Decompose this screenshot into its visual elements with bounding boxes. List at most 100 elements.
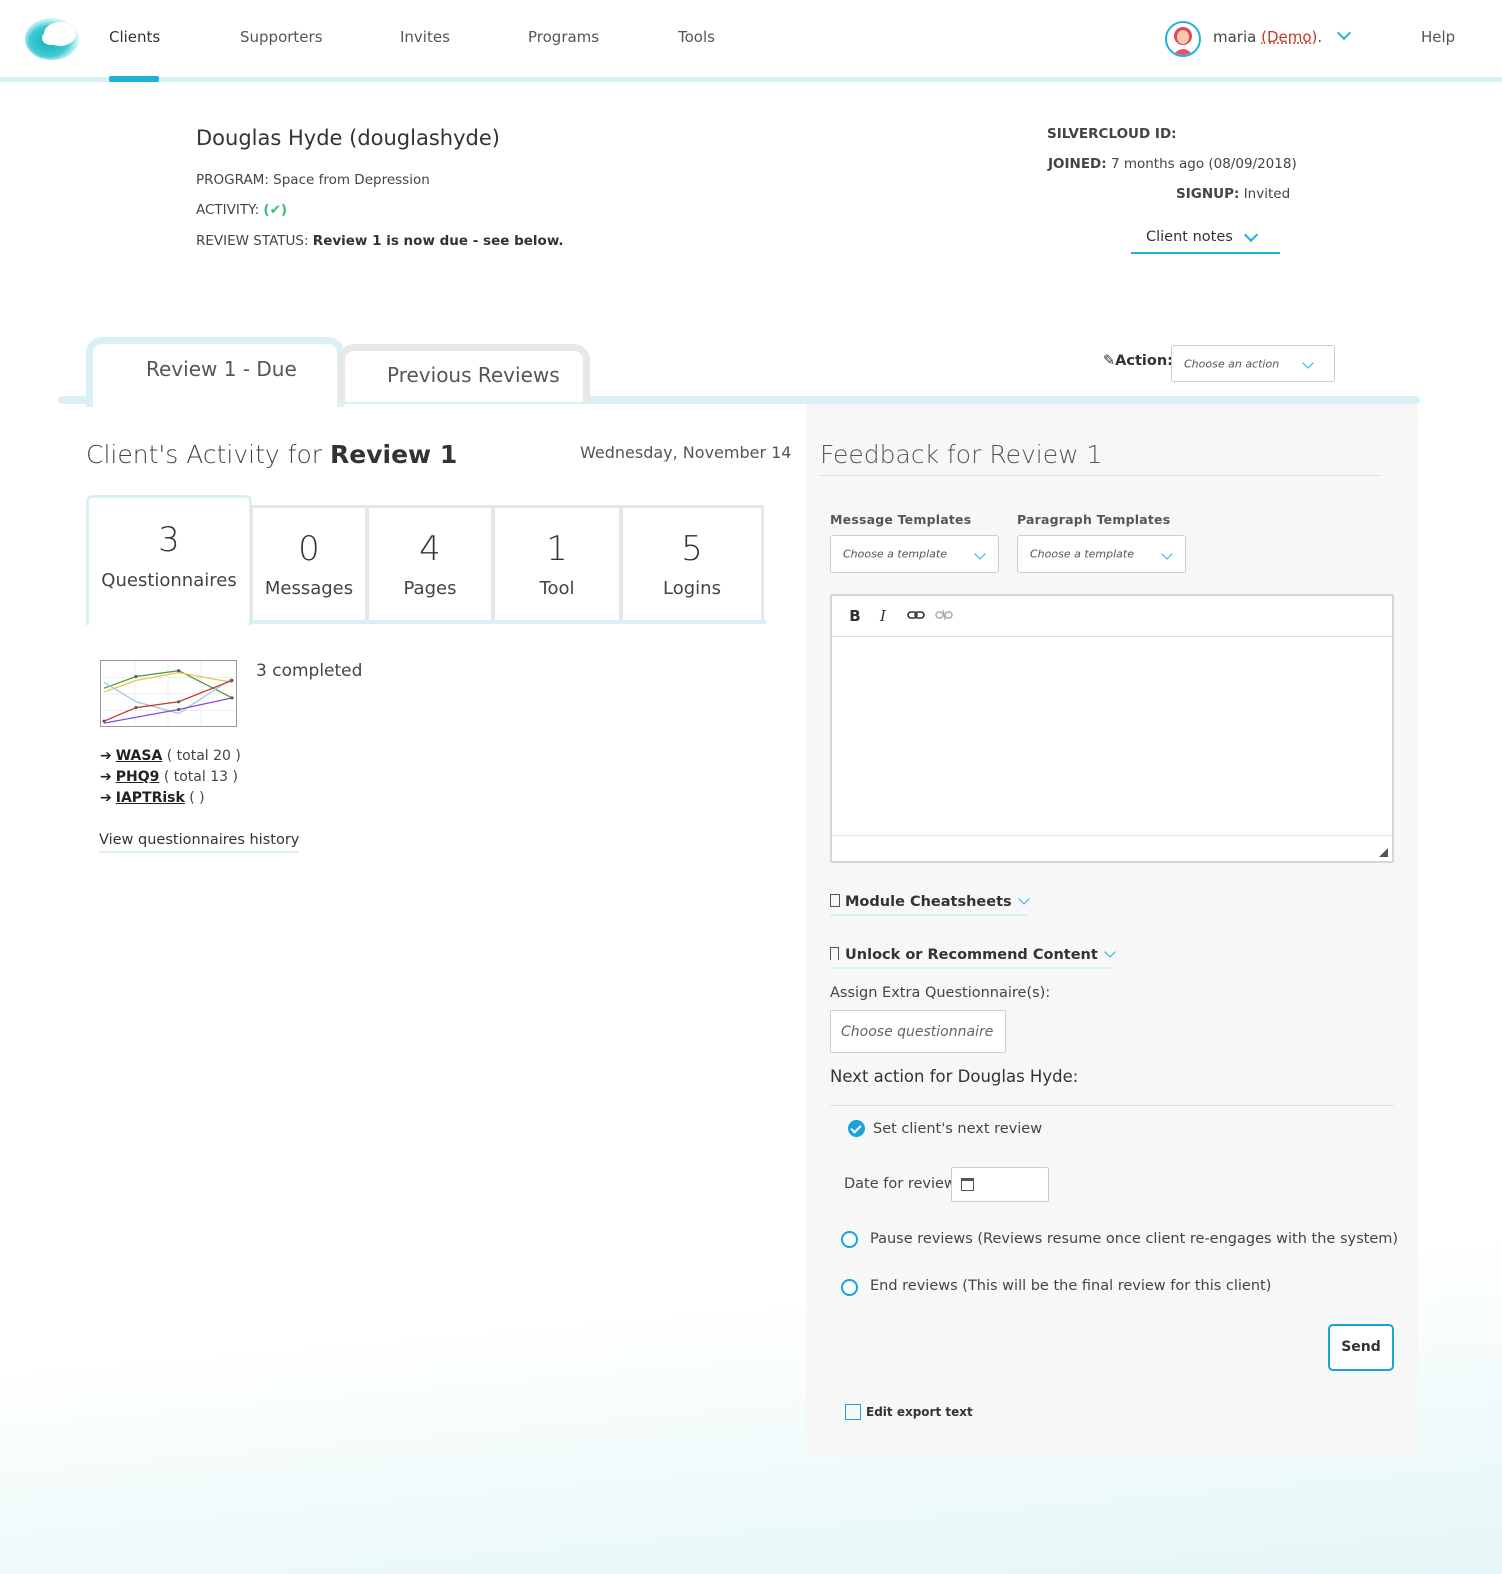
date-for-review-label: Date for review: bbox=[844, 1176, 960, 1192]
nav-active-indicator bbox=[109, 76, 159, 82]
message-template-select[interactable]: Choose a template bbox=[830, 535, 999, 573]
feedback-title-divider bbox=[820, 475, 1380, 476]
questionnaire-link-phq9[interactable]: PHQ9 bbox=[116, 769, 160, 785]
activity-title-review: Review 1 bbox=[330, 440, 458, 469]
chevron-down-icon bbox=[974, 548, 986, 560]
action-select-placeholder: Choose an action bbox=[1184, 357, 1280, 370]
signup-label: SIGNUP: bbox=[1176, 186, 1240, 202]
link-button[interactable] bbox=[905, 605, 927, 627]
stat-questionnaires[interactable]: 3 Questionnaires bbox=[86, 495, 252, 625]
chevron-down-icon bbox=[1302, 357, 1314, 369]
tab-review-1-due-label: Review 1 - Due bbox=[146, 357, 297, 381]
questionnaire-link-wasa[interactable]: WASA bbox=[116, 748, 163, 764]
activity-title: Client's Activity for Review 1 bbox=[86, 440, 457, 469]
stat-pages-count: 4 bbox=[419, 529, 441, 569]
tab-previous-reviews-label: Previous Reviews bbox=[387, 363, 560, 387]
action-label-text: Action: bbox=[1115, 353, 1173, 369]
resize-handle-icon[interactable] bbox=[1379, 848, 1388, 857]
user-menu[interactable]: maria (Demo). bbox=[1213, 25, 1352, 46]
calendar-icon bbox=[961, 1178, 974, 1191]
send-button[interactable]: Send bbox=[1328, 1324, 1394, 1371]
stat-logins-label: Logins bbox=[663, 578, 721, 599]
message-template-placeholder: Choose a template bbox=[843, 547, 948, 561]
editor-toolbar: B I bbox=[832, 596, 1392, 637]
action-select[interactable]: Choose an action bbox=[1171, 345, 1335, 382]
avatar[interactable] bbox=[1165, 21, 1201, 57]
arrow-right-icon: ➔ bbox=[100, 790, 112, 806]
bookmark-icon bbox=[830, 947, 839, 960]
stat-messages-count: 0 bbox=[298, 529, 320, 569]
silvercloud-logo-icon[interactable] bbox=[24, 12, 86, 62]
questionnaire-link-iaptrisk[interactable]: IAPTRisk bbox=[116, 790, 185, 806]
list-item: ➔ IAPTRisk ( ) bbox=[100, 790, 205, 806]
stat-messages[interactable]: 0 Messages bbox=[250, 505, 368, 624]
feedback-title: Feedback for Review 1 bbox=[820, 440, 1103, 469]
unlock-content-toggle[interactable]: Unlock or Recommend Content bbox=[830, 946, 1116, 969]
unlink-button[interactable] bbox=[933, 605, 955, 627]
next-action-title: Next action for Douglas Hyde: bbox=[830, 1067, 1079, 1086]
stat-messages-label: Messages bbox=[264, 578, 354, 599]
signup-value: Invited bbox=[1243, 186, 1291, 202]
chevron-down-icon bbox=[1104, 946, 1116, 958]
pause-reviews-radio[interactable] bbox=[841, 1231, 858, 1248]
assign-questionnaire-label: Assign Extra Questionnaire(s): bbox=[830, 985, 1051, 1001]
client-notes-label: Client notes bbox=[1146, 229, 1233, 245]
edit-export-text-label: Edit export text bbox=[866, 1405, 973, 1419]
client-signup: SIGNUP: Invited bbox=[1176, 186, 1290, 202]
activity-label: ACTIVITY: bbox=[196, 202, 260, 218]
client-review-status: REVIEW STATUS: Review 1 is now due - see… bbox=[196, 233, 564, 249]
action-label: ✎Action: bbox=[1103, 353, 1173, 369]
client-notes-toggle[interactable]: Client notes bbox=[1131, 227, 1280, 254]
module-cheatsheets-toggle[interactable]: Module Cheatsheets bbox=[830, 893, 1030, 916]
arrow-right-icon: ➔ bbox=[100, 769, 112, 785]
stat-logins-count: 5 bbox=[681, 529, 703, 569]
bold-button[interactable]: B bbox=[844, 605, 866, 627]
date-for-review-input[interactable] bbox=[951, 1167, 1049, 1202]
end-reviews-label: End reviews (This will be the final revi… bbox=[870, 1278, 1272, 1294]
stats-bottom-line bbox=[250, 620, 766, 624]
edit-icon bbox=[845, 1404, 861, 1420]
questionnaire-select-placeholder: Choose questionnaire bbox=[841, 1023, 994, 1040]
stat-tool[interactable]: 1 Tool bbox=[492, 505, 622, 624]
questionnaire-select[interactable]: Choose questionnaire bbox=[830, 1010, 1006, 1053]
end-reviews-radio[interactable] bbox=[841, 1279, 858, 1296]
feedback-editor[interactable]: B I bbox=[830, 594, 1394, 863]
activity-check-icon: (✔) bbox=[263, 202, 288, 218]
joined-value: 7 months ago (08/09/2018) bbox=[1110, 156, 1297, 172]
italic-button[interactable]: I bbox=[872, 605, 894, 627]
nav-divider bbox=[0, 77, 1502, 82]
completed-count: 3 completed bbox=[256, 661, 363, 681]
paragraph-template-select[interactable]: Choose a template bbox=[1017, 535, 1186, 573]
program-value: Space from Depression bbox=[273, 172, 430, 188]
nav-help[interactable]: Help bbox=[1421, 28, 1455, 46]
chevron-down-icon bbox=[1161, 548, 1173, 560]
nav-invites[interactable]: Invites bbox=[400, 28, 450, 46]
review-status-value: Review 1 is now due - see below. bbox=[312, 233, 564, 249]
list-item: ➔ PHQ9 ( total 13 ) bbox=[100, 769, 238, 785]
questionnaire-chart-thumbnail-icon[interactable] bbox=[100, 660, 237, 727]
chevron-down-icon bbox=[1017, 893, 1030, 905]
activity-date: Wednesday, November 14 bbox=[580, 443, 792, 462]
stat-logins[interactable]: 5 Logins bbox=[620, 505, 764, 624]
nav-clients[interactable]: Clients bbox=[109, 28, 160, 46]
pencil-icon: ✎ bbox=[1103, 353, 1116, 369]
user-demo-tag: (Demo) bbox=[1261, 28, 1318, 46]
nav-supporters[interactable]: Supporters bbox=[240, 28, 323, 46]
unlock-content-label: Unlock or Recommend Content bbox=[845, 947, 1098, 963]
client-joined: JOINED: 7 months ago (08/09/2018) bbox=[1048, 156, 1297, 172]
nav-programs[interactable]: Programs bbox=[528, 28, 599, 46]
stat-questionnaires-count: 3 bbox=[158, 520, 180, 560]
silvercloud-id-label: SILVERCLOUD ID: bbox=[1047, 126, 1177, 142]
stat-pages[interactable]: 4 Pages bbox=[366, 505, 494, 624]
questionnaire-detail: ( total 13 ) bbox=[163, 769, 238, 785]
chevron-down-icon bbox=[1336, 25, 1352, 41]
edit-export-text-link[interactable]: Edit export text bbox=[845, 1400, 973, 1420]
document-icon bbox=[830, 894, 840, 907]
client-name: Douglas Hyde (douglashyde) bbox=[196, 126, 500, 150]
unlink-icon bbox=[935, 609, 953, 621]
view-questionnaires-history-link[interactable]: View questionnaires history bbox=[99, 832, 300, 853]
nav-tools[interactable]: Tools bbox=[678, 28, 715, 46]
set-next-review-radio[interactable] bbox=[848, 1120, 865, 1137]
paragraph-template-placeholder: Choose a template bbox=[1030, 547, 1135, 561]
list-item: ➔ WASA ( total 20 ) bbox=[100, 748, 241, 764]
